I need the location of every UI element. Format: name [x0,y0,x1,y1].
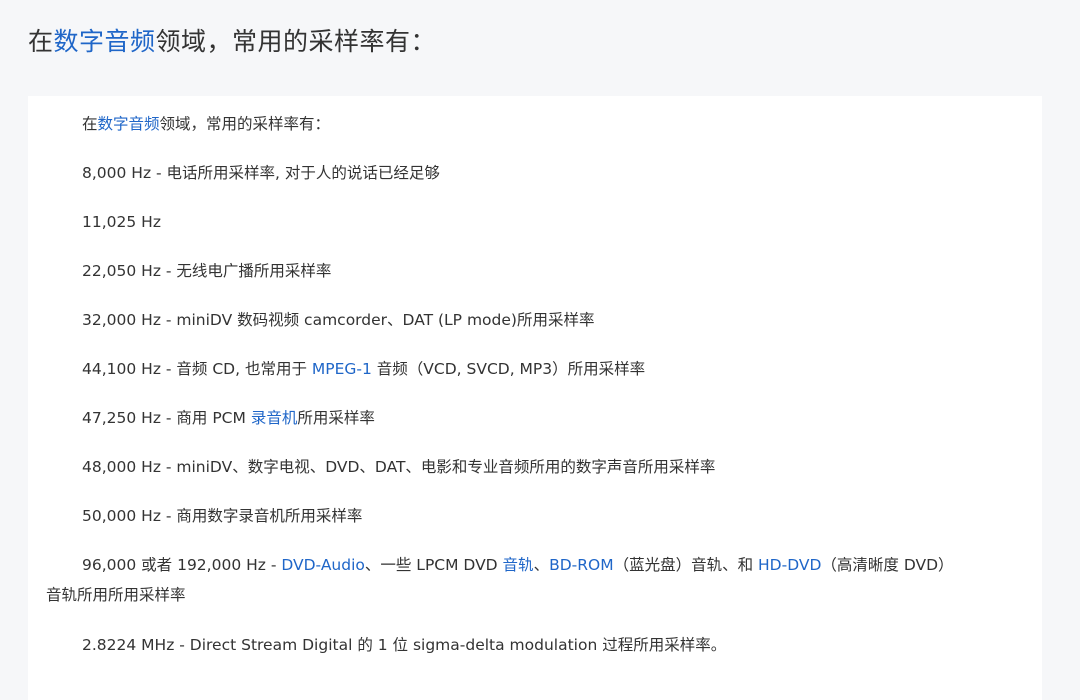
heading-suffix: 领域，常用的采样率有： [155,27,437,56]
dvd-audio-link[interactable]: DVD-Audio [281,556,365,574]
item-text: 所用采样率 [297,409,375,427]
list-item: 48,000 Hz - miniDV、数字电视、DVD、DAT、电影和专业音频所… [82,458,716,476]
list-item: 11,025 Hz [82,213,161,231]
list-item: 8,000 Hz - 电话所用采样率, 对于人的说话已经足够 [82,164,440,182]
hd-dvd-link[interactable]: HD-DVD [758,556,821,574]
article-screenshot: 在数字音频领域，常用的采样率有： 8,000 Hz - 电话所用采样率, 对于人… [28,96,1042,700]
intro-line: 在数字音频领域，常用的采样率有： [82,112,330,136]
item-text: 、 [533,556,550,574]
intro-prefix: 在 [82,115,98,133]
item-text: 44,100 Hz - 音频 CD, 也常用于 [82,360,312,378]
list-item: 32,000 Hz - miniDV 数码视频 camcorder、DAT (L… [82,311,595,329]
item-text: 47,250 Hz - 商用 PCM [82,409,251,427]
bd-rom-link[interactable]: BD-ROM [549,556,614,574]
intro-suffix: 领域，常用的采样率有： [159,115,331,133]
item-text: 、一些 LPCM DVD [364,556,503,574]
list-item: 50,000 Hz - 商用数字录音机所用采样率 [82,507,363,525]
item-text: （蓝光盘）音轨、和 [613,556,759,574]
recorder-link[interactable]: 录音机 [251,409,298,427]
heading-prefix: 在 [28,27,54,56]
audio-track-link[interactable]: 音轨 [503,556,534,574]
digital-audio-link[interactable]: 数字音频 [54,27,156,56]
list-item: 2.8224 MHz - Direct Stream Digital 的 1 位… [82,636,727,654]
mpeg1-link[interactable]: MPEG-1 [312,360,372,378]
list-item: 47,250 Hz - 商用 PCM 录音机所用采样率 [82,406,375,430]
page-heading: 在数字音频领域，常用的采样率有： [28,24,436,60]
item-text: 96,000 或者 192,000 Hz - [82,556,282,574]
list-item-continuation: 音轨所用所用采样率 [46,586,186,604]
list-item: 44,100 Hz - 音频 CD, 也常用于 MPEG-1 音频（VCD, S… [82,357,645,381]
list-item: 22,050 Hz - 无线电广播所用采样率 [82,262,332,280]
item-text: 音频（VCD, SVCD, MP3）所用采样率 [371,360,646,378]
list-item: 96,000 或者 192,000 Hz - DVD-Audio、一些 LPCM… [82,553,954,577]
intro-digital-audio-link[interactable]: 数字音频 [98,115,160,133]
item-text: （高清晰度 DVD） [821,556,954,574]
